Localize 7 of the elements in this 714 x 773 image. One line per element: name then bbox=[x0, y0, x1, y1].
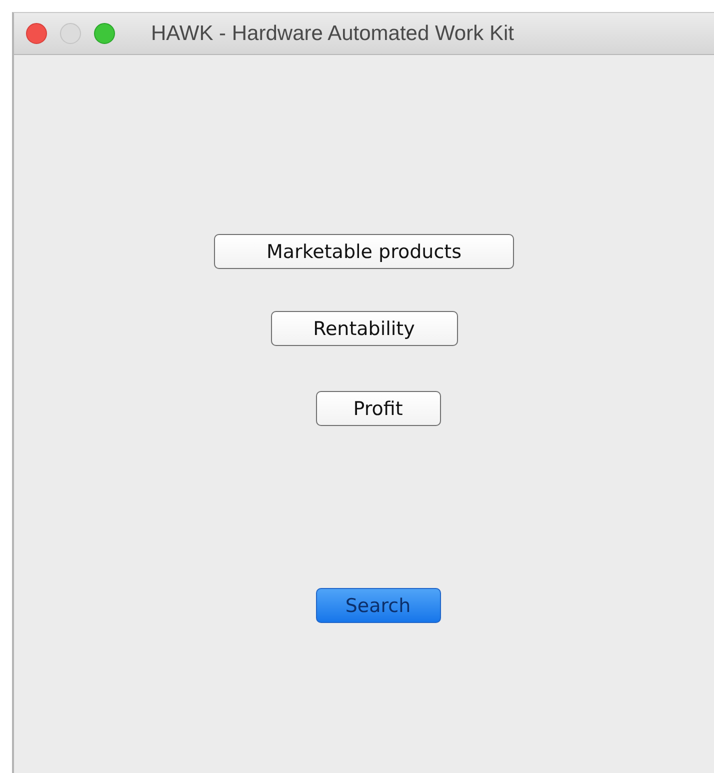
option-button[interactable]: Marketable products bbox=[214, 234, 514, 269]
option-button[interactable]: Rentability bbox=[270, 311, 458, 346]
search-button[interactable]: Search bbox=[316, 588, 440, 623]
close-window-button[interactable] bbox=[26, 23, 47, 44]
window-title: HAWK - Hardware Automated Work Kit bbox=[151, 22, 514, 46]
zoom-window-button[interactable] bbox=[94, 23, 115, 44]
option-button[interactable]: Profit bbox=[316, 391, 440, 426]
